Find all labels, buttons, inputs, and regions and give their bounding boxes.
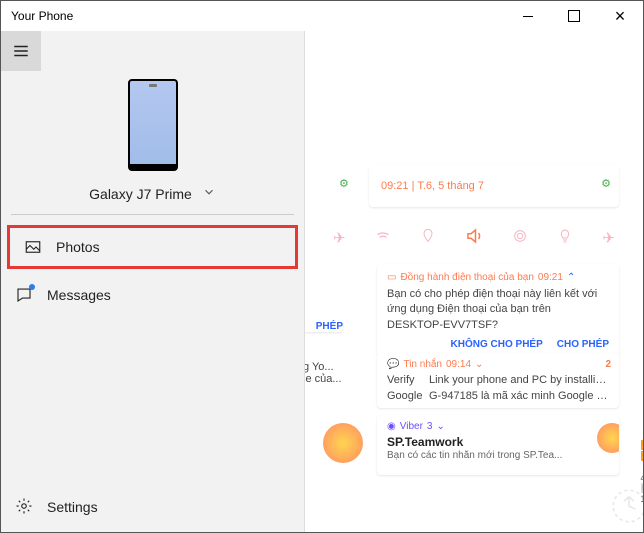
content-area: ⚙ 09:21 | T.6, 5 tháng 7 ⚙ ✈ ✈ ▭ Đồng hà… [305, 31, 643, 532]
sound-icon[interactable] [465, 227, 483, 249]
notif-time: 09:21 [538, 272, 563, 283]
location-icon[interactable] [420, 228, 436, 248]
chevron-up-icon[interactable]: ⌃ [567, 272, 575, 283]
device-selector[interactable]: Galaxy J7 Prime [89, 185, 216, 202]
notif-app: Đồng hành điện thoại của bạn [400, 272, 533, 283]
notif-app: Viber [400, 421, 423, 432]
allow-button[interactable]: CHO PHÉP [557, 339, 609, 350]
notification-phone-companion[interactable]: ▭ Đồng hành điện thoại của bạn 09:21 ⌃ B… [377, 264, 619, 356]
partial-notification-left: g Yo... le của... [305, 361, 363, 385]
gear-icon[interactable]: ⚙ [601, 177, 611, 190]
partial-allow-label: PHÉP [305, 321, 343, 332]
viber-icon: ◉ [387, 421, 396, 432]
notif-count: 3 [427, 421, 433, 432]
chevron-down-icon[interactable]: ⌄ [475, 359, 483, 370]
maximize-button[interactable] [551, 1, 597, 31]
sidebar-item-label: Settings [47, 499, 98, 515]
sidebar-item-label: Photos [56, 239, 100, 255]
app-title: Your Phone [11, 9, 73, 23]
device-image [128, 79, 178, 171]
device-name-label: Galaxy J7 Prime [89, 186, 192, 202]
sidebar: Galaxy J7 Prime Photos Messages [1, 31, 305, 532]
app-icon: ▭ [387, 272, 396, 283]
notif-sub: Bạn có các tin nhắn mới trong SP.Tea... [387, 450, 609, 461]
sidebar-item-label: Messages [47, 287, 111, 303]
deny-button[interactable]: KHÔNG CHO PHÉP [451, 339, 543, 350]
gear-icon [15, 497, 33, 518]
notif-time: 09:14 [446, 359, 471, 370]
quick-settings-row: ✈ ✈ [329, 223, 619, 253]
titlebar: Your Phone [1, 1, 643, 31]
minimize-button[interactable] [505, 1, 551, 31]
chevron-down-icon[interactable]: ⌄ [436, 421, 444, 432]
sms-icon: 💬 [387, 359, 399, 370]
notification-messages[interactable]: 💬 Tin nhắn 09:14 ⌄ 2 VerifyLink your pho… [377, 353, 619, 408]
messages-icon [15, 286, 33, 304]
photos-icon [24, 238, 42, 256]
device-area: Galaxy J7 Prime [1, 71, 304, 214]
watermark: uantrimang [610, 481, 643, 531]
sidebar-item-messages[interactable]: Messages [1, 273, 304, 317]
notif-app: Tin nhắn [403, 359, 442, 370]
sidebar-item-settings[interactable]: Settings [1, 482, 304, 532]
airplane-icon[interactable]: ✈ [333, 229, 346, 247]
notif-count: 2 [605, 359, 611, 370]
sidebar-item-photos[interactable]: Photos [7, 225, 298, 269]
window-controls [505, 1, 643, 31]
group-avatar [597, 423, 619, 453]
notif-title: SP.Teamwork [387, 435, 609, 449]
nav: Photos Messages [1, 215, 304, 482]
notif-body: Bạn có cho phép điện thoại này liên kết … [387, 287, 609, 333]
hamburger-icon [12, 42, 30, 60]
airplane-icon[interactable]: ✈ [602, 229, 615, 247]
light-icon[interactable] [557, 228, 573, 248]
group-avatar [323, 423, 363, 463]
sync-icon[interactable] [512, 228, 528, 248]
gear-icon[interactable]: ⚙ [339, 177, 349, 190]
wifi-icon[interactable] [375, 228, 391, 248]
chevron-down-icon [202, 185, 216, 202]
close-button[interactable] [597, 1, 643, 31]
notification-viber[interactable]: ◉ Viber 3 ⌄ SP.Teamwork Bạn có các tin n… [377, 415, 619, 475]
time-header-card: ⚙ 09:21 | T.6, 5 tháng 7 ⚙ [369, 165, 619, 207]
hamburger-button[interactable] [1, 31, 41, 71]
time-line: 09:21 | T.6, 5 tháng 7 [369, 180, 484, 192]
